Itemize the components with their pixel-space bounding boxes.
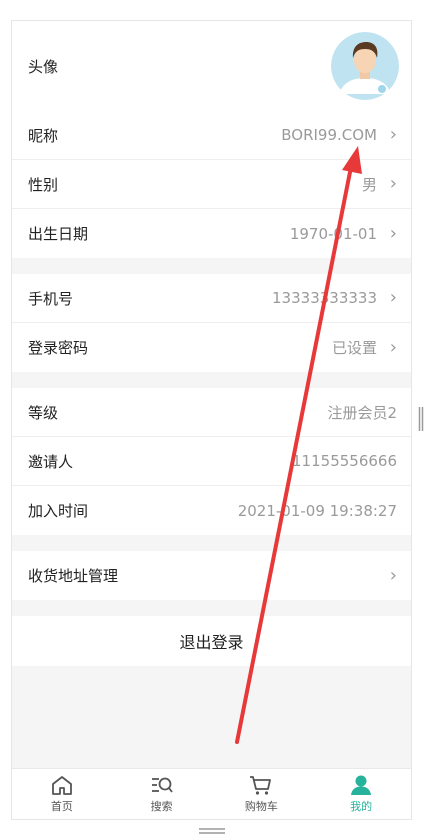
join-time-value: 2021-01-09 19:38:27 <box>237 501 397 520</box>
level-value: 注册会员2 <box>327 403 397 422</box>
tab-search-label: 搜索 <box>150 800 173 813</box>
inviter-row: 邀请人 11155556666 <box>12 437 411 486</box>
tab-cart-label: 购物车 <box>244 800 278 813</box>
user-icon <box>351 775 372 795</box>
chevron-right-icon: › <box>389 173 397 194</box>
gender-label: 性别 <box>28 175 59 194</box>
tab-mine[interactable]: 我的 <box>311 769 411 819</box>
password-label: 登录密码 <box>28 339 89 357</box>
avatar-label: 头像 <box>28 57 59 76</box>
level-row: 等级 注册会员2 <box>12 388 411 437</box>
avatar-row[interactable]: 头像 <box>12 21 411 111</box>
join-time-label: 加入时间 <box>28 502 89 520</box>
birthday-label: 出生日期 <box>28 225 89 243</box>
profile-screen: 头像 昵称 BORI99.COM › 性别 男 › 出生日期 1970-01-0… <box>11 20 412 820</box>
level-label: 等级 <box>28 403 59 422</box>
resize-handle-horizontal[interactable] <box>199 827 225 835</box>
phone-label: 手机号 <box>28 289 74 308</box>
chevron-right-icon: › <box>389 564 397 586</box>
birthday-value: 1970-01-01 <box>289 224 377 243</box>
group-avatar: 头像 <box>12 21 411 111</box>
chevron-right-icon: › <box>389 222 397 244</box>
join-time-row: 加入时间 2021-01-09 19:38:27 <box>12 486 411 535</box>
birthday-row[interactable]: 出生日期 1970-01-01 › <box>12 209 411 258</box>
group-address: 收货地址管理 › <box>12 551 411 600</box>
address-label: 收货地址管理 <box>28 567 119 585</box>
resize-handle-vertical[interactable] <box>418 407 424 431</box>
gender-value: 男 <box>361 175 377 194</box>
logout-button[interactable]: 退出登录 <box>12 616 411 666</box>
chevron-right-icon: › <box>389 336 397 358</box>
cart-icon <box>250 776 272 795</box>
tab-mine-label: 我的 <box>350 800 373 813</box>
address-row[interactable]: 收货地址管理 › <box>12 551 411 600</box>
nickname-label: 昵称 <box>28 126 59 145</box>
phone-row[interactable]: 手机号 13333333333 › <box>12 274 411 323</box>
password-row[interactable]: 登录密码 已设置 › <box>12 323 411 372</box>
tab-cart[interactable]: 购物车 <box>212 769 312 819</box>
inviter-value: 11155556666 <box>292 452 397 470</box>
tab-search[interactable]: 搜索 <box>112 769 212 819</box>
tab-bar: 首页 搜索 购物车 我的 <box>12 768 411 819</box>
nickname-row[interactable]: 昵称 BORI99.COM › <box>12 111 411 160</box>
nickname-value: BORI99.COM <box>281 126 377 144</box>
gender-row[interactable]: 性别 男 › <box>12 160 411 209</box>
avatar[interactable] <box>331 32 399 100</box>
group-basic: 昵称 BORI99.COM › 性别 男 › 出生日期 1970-01-01 › <box>12 111 411 258</box>
group-account: 手机号 13333333333 › 登录密码 已设置 › <box>12 274 411 372</box>
chevron-right-icon: › <box>389 287 397 308</box>
home-icon <box>51 776 72 795</box>
inviter-label: 邀请人 <box>28 452 74 471</box>
chevron-right-icon: › <box>389 124 397 145</box>
logout-label: 退出登录 <box>179 633 244 652</box>
tab-home-label: 首页 <box>50 800 73 813</box>
phone-value: 13333333333 <box>272 289 377 307</box>
group-membership: 等级 注册会员2 邀请人 11155556666 加入时间 2021-01-09… <box>12 388 411 535</box>
search-icon <box>151 777 173 793</box>
password-value: 已设置 <box>331 339 377 357</box>
tab-home[interactable]: 首页 <box>12 769 112 819</box>
